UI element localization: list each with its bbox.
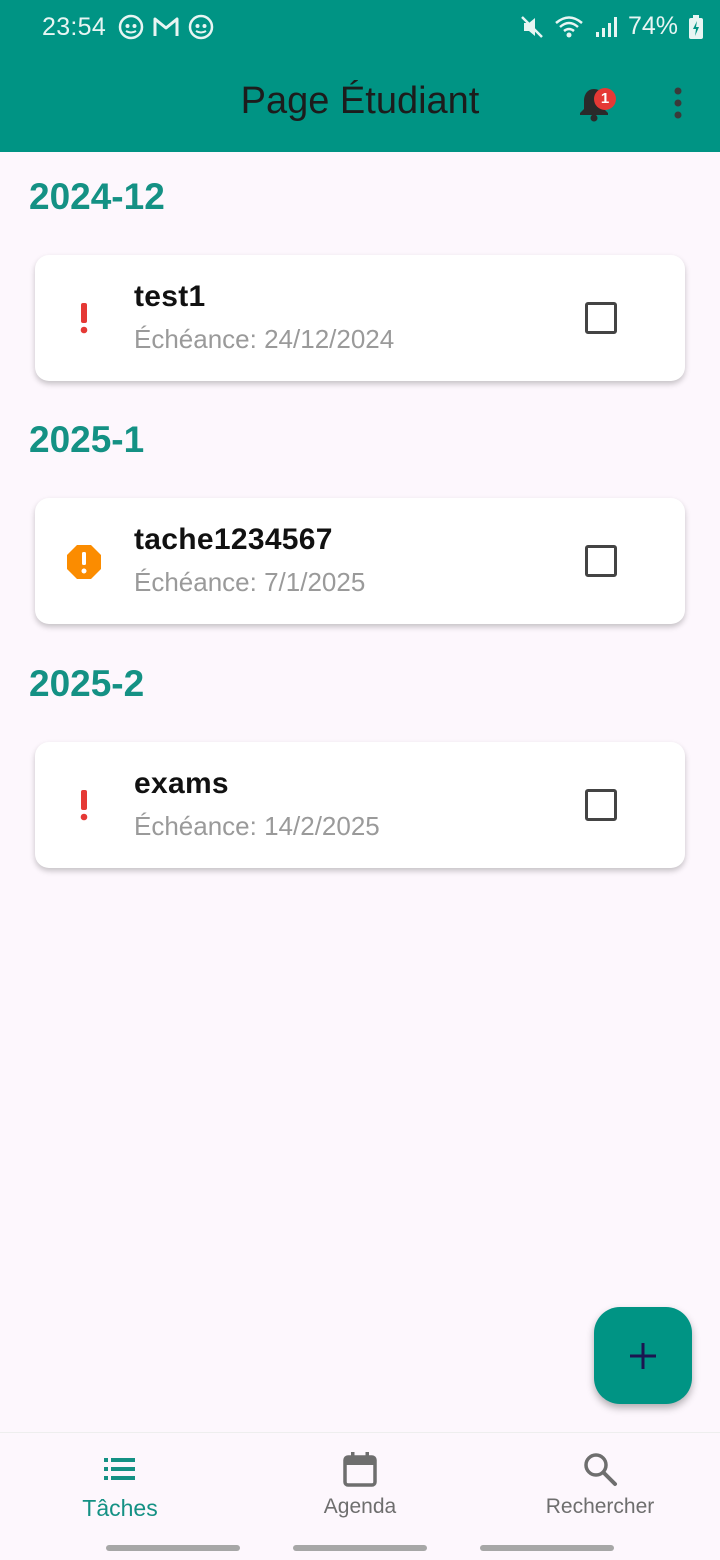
gmail-icon [153,17,179,36]
task-checkbox[interactable] [585,302,617,334]
nav-item-taches[interactable]: Tâches [0,1433,240,1537]
task-title: test1 [134,280,206,313]
status-time: 23:54 [42,13,107,41]
priority-high-icon [80,790,88,821]
gesture-pill[interactable] [293,1545,427,1551]
plus-icon [630,1343,656,1369]
group-heading: 2025-1 [29,419,145,460]
task-due-date: Échéance: 14/2/2025 [134,811,380,841]
mute-icon [521,15,543,38]
nav-label: Rechercher [545,1495,655,1518]
group-heading: 2025-2 [29,663,145,704]
list-icon [104,1458,135,1480]
task-checkbox[interactable] [585,789,617,821]
task-title: exams [134,767,229,800]
overflow-menu-button[interactable] [664,84,692,124]
task-due-date: Échéance: 7/1/2025 [134,567,366,597]
gesture-pill[interactable] [480,1545,614,1551]
notification-badge: 1 [594,88,616,110]
battery-percent: 74% [627,12,678,40]
bottom-navigation: Tâches Agenda Rechercher [0,1432,720,1536]
nav-item-rechercher[interactable]: Rechercher [480,1433,720,1537]
status-system-icons: 74% [520,12,704,41]
notification-app-icon [188,14,214,40]
notification-app-icon [118,14,144,40]
task-card[interactable]: test1 Échéance: 24/12/2024 [35,255,685,381]
status-notification-icons [118,14,214,40]
search-icon [584,1453,617,1486]
task-checkbox[interactable] [585,545,617,577]
priority-high-icon [80,303,88,334]
calendar-icon [343,1452,377,1487]
add-task-button[interactable] [594,1307,692,1404]
nav-label: Agenda [323,1495,397,1518]
task-due-date: Échéance: 24/12/2024 [134,324,395,354]
system-gesture-bar [0,1536,720,1560]
wifi-icon [555,15,583,37]
priority-medium-icon [67,545,101,579]
signal-icon [595,16,617,37]
battery-icon [689,14,703,39]
task-card[interactable]: exams Échéance: 14/2/2025 [35,742,685,868]
gesture-pill[interactable] [106,1545,240,1551]
notifications-button[interactable]: 1 [576,85,616,125]
app-bar: Page Étudiant 1 [0,56,720,152]
task-card[interactable]: tache1234567 Échéance: 7/1/2025 [35,498,685,624]
nav-item-agenda[interactable]: Agenda [240,1433,480,1537]
nav-label: Tâches [82,1495,158,1521]
task-title: tache1234567 [134,523,333,556]
group-heading: 2024-12 [29,176,165,217]
status-bar: 23:54 74% [0,0,720,56]
more-vert-icon [674,87,682,119]
